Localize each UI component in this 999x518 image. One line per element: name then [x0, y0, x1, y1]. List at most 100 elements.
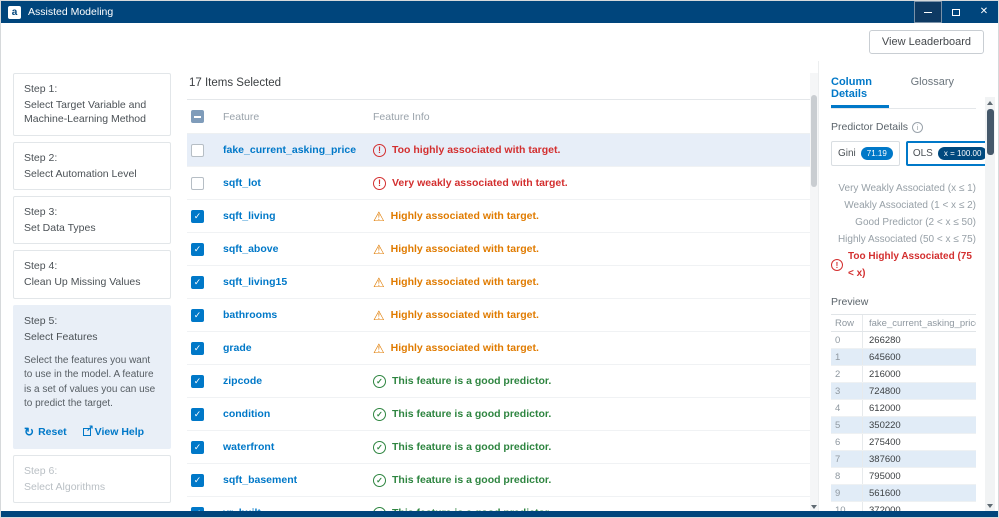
feature-checkbox[interactable]: ✓: [191, 242, 204, 256]
preview-row: 9 561600: [831, 485, 976, 502]
feature-checkbox[interactable]: ✓: [191, 440, 204, 454]
feature-checkbox[interactable]: [191, 176, 204, 190]
feature-checkbox[interactable]: ✓: [191, 341, 204, 355]
items-selected-count: 17 Items Selected: [187, 73, 810, 100]
scroll-down-icon[interactable]: [985, 500, 995, 511]
details-scrollbar-thumb[interactable]: [986, 109, 994, 155]
view-leaderboard-button[interactable]: View Leaderboard: [868, 30, 984, 54]
preview-row-index: 5: [831, 417, 863, 433]
feature-info: ⚠ Highly associated with target.: [373, 276, 810, 289]
maximize-button[interactable]: [942, 1, 970, 23]
feature-info-text: This feature is a good predictor.: [392, 441, 552, 453]
legend-text: Weakly Associated (1 < x ≤ 2): [844, 200, 976, 211]
feature-info: ✓ This feature is a good predictor.: [373, 473, 810, 487]
feature-checkbox[interactable]: ✓: [191, 275, 204, 289]
reset-button[interactable]: Reset: [24, 424, 67, 440]
window-title: Assisted Modeling: [28, 6, 114, 18]
step-card-5[interactable]: Step 5: Select Features Select the feature…: [13, 304, 171, 450]
step-title: Clean Up Missing Values: [24, 276, 141, 289]
feature-name-link[interactable]: sqft_living15: [223, 276, 373, 288]
feature-checkbox[interactable]: ✓: [191, 407, 204, 421]
predictor-metrics: Gini 71.19 OLS x = 100.00: [831, 141, 995, 166]
preview-row-index: 4: [831, 400, 863, 416]
preview-row: 7 387600: [831, 451, 976, 468]
preview-row: 6 275400: [831, 434, 976, 451]
feature-row[interactable]: ✓ sqft_living ⚠ Highly associated with targ…: [187, 200, 810, 233]
gini-label: Gini: [838, 148, 856, 159]
step-card-6[interactable]: Step 6: Select Algorithms: [13, 455, 171, 504]
feature-row[interactable]: ✓ sqft_above ⚠ Highly associated with targe…: [187, 233, 810, 266]
tab-glossary[interactable]: Glossary: [911, 69, 954, 108]
feature-row[interactable]: ✓ sqft_basement ✓ This feature is a good pr…: [187, 464, 810, 497]
feature-info-text: This feature is a good predictor.: [392, 474, 552, 486]
feature-name-link[interactable]: bathrooms: [223, 309, 373, 321]
feature-info: ⚠ Highly associated with target.: [373, 210, 810, 223]
minimize-button[interactable]: [914, 1, 942, 23]
success-icon: ✓: [373, 473, 386, 487]
close-button[interactable]: ✕: [970, 1, 998, 23]
checkbox-cell: ✓: [187, 473, 223, 487]
feature-checkbox[interactable]: ✓: [191, 308, 204, 322]
feature-checkbox[interactable]: [191, 143, 204, 157]
step-title: Select Algorithms: [24, 481, 106, 494]
feature-row[interactable]: ✓ condition ✓ This feature is a good predic…: [187, 398, 810, 431]
feature-name-link[interactable]: zipcode: [223, 375, 373, 387]
preview-row: 10 372000: [831, 502, 976, 511]
legend-text: Highly Associated (50 < x ≤ 75): [837, 234, 976, 245]
feature-row[interactable]: ✓ zipcode ✓ This feature is a good predicto…: [187, 365, 810, 398]
feature-name-link[interactable]: sqft_living: [223, 210, 373, 222]
step-card-1[interactable]: Step 1: Select Target Variable and Machin…: [13, 73, 171, 136]
feature-info-text: Highly associated with target.: [390, 210, 539, 222]
feature-column-header: Feature: [223, 110, 260, 123]
table-scrollbar-thumb[interactable]: [811, 95, 817, 187]
feature-row[interactable]: fake_current_asking_price! Too highly ass…: [187, 134, 810, 167]
tab-column-details[interactable]: Column Details: [831, 69, 889, 108]
preview-row-value: 216000: [869, 368, 901, 380]
feature-name-link[interactable]: waterfront: [223, 441, 373, 453]
select-all-checkbox[interactable]: [191, 110, 204, 123]
toolbar: View Leaderboard: [1, 23, 998, 61]
info-icon[interactable]: i: [912, 121, 924, 133]
scroll-up-icon[interactable]: [985, 97, 995, 108]
feature-info: ! Too highly associated with target.: [373, 143, 810, 157]
feature-row[interactable]: ✓ grade ⚠ Highly associated with target.: [187, 332, 810, 365]
feature-info-text: Too highly associated with target.: [392, 144, 561, 156]
feature-row[interactable]: ✓ sqft_living15 ⚠ Highly associated with ta…: [187, 266, 810, 299]
feature-row[interactable]: ✓ waterfront ✓ This feature is a good predi…: [187, 431, 810, 464]
feature-name-link[interactable]: sqft_basement: [223, 474, 373, 486]
gini-metric[interactable]: Gini 71.19: [831, 141, 900, 166]
view-help-label: View Help: [94, 425, 145, 438]
step-card-4[interactable]: Step 4: Clean Up Missing Values: [13, 250, 171, 299]
feature-checkbox[interactable]: ✓: [191, 374, 204, 388]
feature-info: ! Very weakly associated with target.: [373, 176, 810, 190]
feature-row[interactable]: ✓ bathrooms ⚠ Highly associated with target…: [187, 299, 810, 332]
feature-name-link[interactable]: fake_current_asking_price: [223, 144, 373, 156]
details-scrollbar[interactable]: [985, 97, 995, 511]
preview-row: 8 795000: [831, 468, 976, 485]
details-tabs: Column Details Glossary: [831, 69, 976, 109]
ols-value-badge: x = 100.00: [937, 147, 988, 160]
ols-metric[interactable]: OLS x = 100.00: [905, 141, 995, 166]
step-card-3[interactable]: Step 3: Set Data Types: [13, 195, 171, 245]
feature-info-text: Highly associated with target.: [390, 243, 539, 255]
legend-item: Good Predictor (2 < x ≤ 50): [831, 214, 976, 231]
feature-name-link[interactable]: condition: [223, 408, 373, 420]
feature-row[interactable]: ✓yr_built✓This feature is a good predict…: [187, 497, 810, 511]
feature-info: ⚠ Highly associated with target.: [373, 243, 810, 256]
step-card-2[interactable]: Step 2: Select Automation Level: [13, 141, 171, 190]
view-help-button[interactable]: View Help: [82, 422, 145, 440]
preview-row: 3 724800: [831, 383, 976, 400]
scroll-down-icon[interactable]: [811, 505, 817, 509]
feature-checkbox[interactable]: ✓: [191, 209, 204, 223]
table-scrollbar[interactable]: [810, 73, 818, 511]
feature-row[interactable]: sqft_lot! Very weakly associated with tar…: [187, 167, 810, 200]
predictor-legend: Very Weakly Associated (x ≤ 1) Weakly Ass…: [831, 180, 976, 282]
feature-checkbox[interactable]: ✓: [191, 473, 204, 487]
checkbox-cell: ✓: [187, 209, 223, 223]
feature-name-link[interactable]: sqft_lot: [223, 177, 373, 189]
feature-info-text: Highly associated with target.: [390, 342, 539, 354]
warning-icon: ⚠: [373, 274, 385, 290]
main-body: Step 1: Select Target Variable and Machin…: [1, 61, 998, 511]
feature-name-link[interactable]: sqft_above: [223, 243, 373, 255]
feature-name-link[interactable]: grade: [223, 342, 373, 354]
